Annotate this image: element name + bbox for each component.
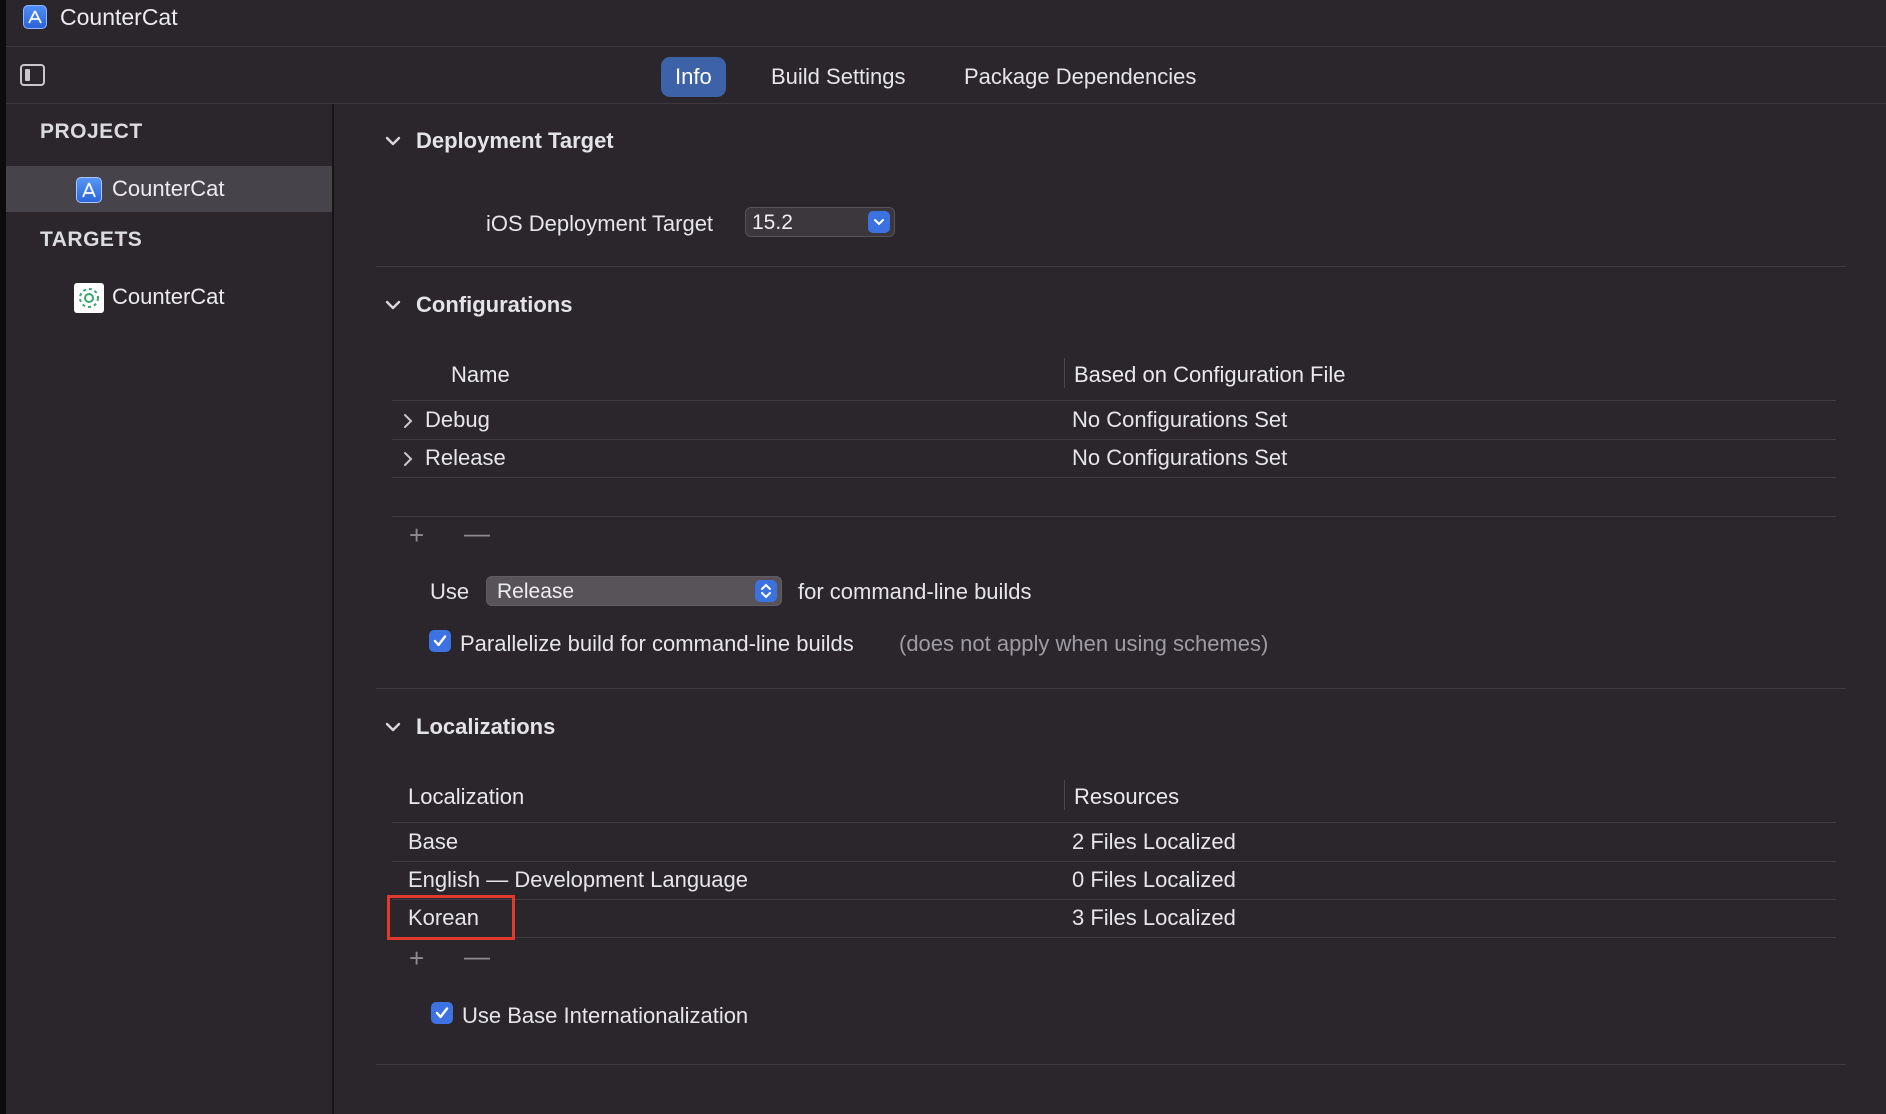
project-sidebar: PROJECT CounterCat TARGETS CounterCat [6,104,334,1114]
editor-tab-bar: Info Build Settings Package Dependencies [6,47,1886,104]
chevron-down-icon[interactable] [384,132,402,150]
command-line-configuration-value: Release [497,580,575,603]
tab-package-dependencies[interactable]: Package Dependencies [950,57,1210,97]
section-title: Configurations [416,292,573,317]
localization-resources: 2 Files Localized [1072,829,1236,854]
configuration-name: Release [425,445,506,470]
localization-resources: 3 Files Localized [1072,905,1236,930]
section-divider [376,266,1846,267]
add-configuration-button[interactable]: + [409,520,424,551]
configuration-name: Debug [425,407,490,432]
base-internationalization-label[interactable]: Use Base Internationalization [462,1003,748,1029]
highlight-box [387,895,515,940]
localization-resources: 0 Files Localized [1072,867,1236,892]
table-row[interactable]: Base 2 Files Localized [392,823,1836,862]
section-divider [376,1064,1846,1065]
title-bar: CounterCat [6,0,1886,47]
column-header-name[interactable]: Name [451,362,510,388]
command-line-suffix: for command-line builds [798,579,1032,604]
sidebar-toggle-icon[interactable] [20,64,45,86]
localization-name: English — Development Language [408,867,749,892]
ios-deployment-target-label: iOS Deployment Target [486,211,714,236]
xcode-project-icon [76,177,102,203]
base-internationalization-checkbox[interactable] [431,1002,453,1024]
project-heading: PROJECT [40,120,143,143]
remove-configuration-button[interactable]: — [464,518,490,549]
info-editor: Deployment Target iOS Deployment Target … [334,104,1886,1114]
sidebar-item-project[interactable]: CounterCat [6,166,332,212]
xcode-project-icon [23,5,47,29]
chevron-right-icon[interactable] [402,451,414,467]
ios-deployment-target-combo[interactable]: 15.2 [745,207,895,237]
sidebar-item-label: CounterCat [112,284,225,309]
column-header-resources[interactable]: Resources [1074,784,1179,810]
tab-info[interactable]: Info [661,57,726,97]
chevron-down-icon[interactable] [384,296,402,314]
table-row[interactable]: Debug No Configurations Set [392,401,1836,440]
xcode-window: CounterCat Info Build Settings Package D… [6,0,1886,1114]
table-bottom-divider [392,516,1836,517]
configuration-file: No Configurations Set [1072,407,1288,432]
remove-localization-button[interactable]: — [464,941,490,972]
add-localization-button[interactable]: + [409,943,424,974]
localizations-section[interactable]: Localizations [384,714,684,744]
window-title: CounterCat [60,4,178,30]
section-title: Deployment Target [416,128,614,153]
column-divider [1064,358,1065,388]
parallelize-label[interactable]: Parallelize build for command-line build… [460,631,854,657]
sidebar-item-label: CounterCat [112,176,225,201]
use-label: Use [430,579,470,604]
column-header-localization[interactable]: Localization [408,784,524,810]
tab-build-settings[interactable]: Build Settings [757,57,920,97]
command-line-configuration-popup[interactable]: Release [486,576,782,606]
localization-name: Base [408,829,459,854]
up-down-chevron-icon[interactable] [755,580,777,602]
chevron-down-icon[interactable] [868,211,890,233]
table-row[interactable]: Release No Configurations Set [392,439,1836,478]
chevron-right-icon[interactable] [402,413,414,429]
deployment-target-section[interactable]: Deployment Target [384,128,684,158]
app-target-icon [74,283,104,313]
section-divider [376,688,1846,689]
chevron-down-icon[interactable] [384,718,402,736]
column-header-based-on[interactable]: Based on Configuration File [1074,362,1346,388]
parallelize-checkbox[interactable] [429,630,451,652]
configurations-section[interactable]: Configurations [384,292,684,322]
sidebar-item-target[interactable]: CounterCat [6,274,332,320]
column-divider [1064,780,1065,810]
configuration-file: No Configurations Set [1072,445,1288,470]
ios-deployment-target-value: 15.2 [752,211,793,234]
section-title: Localizations [416,714,556,739]
parallelize-note: (does not apply when using schemes) [899,631,1269,656]
table-row[interactable]: Korean 3 Files Localized [392,899,1836,938]
targets-heading: TARGETS [40,228,143,251]
table-row[interactable]: English — Development Language 0 Files L… [392,861,1836,900]
